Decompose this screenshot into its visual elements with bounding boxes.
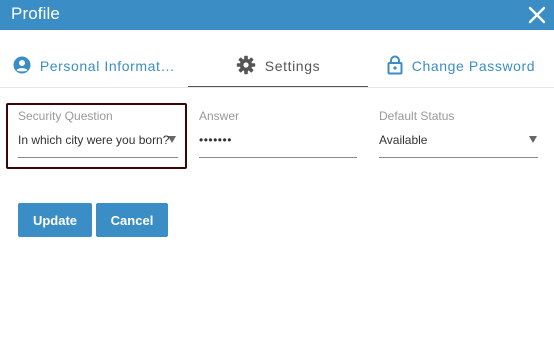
answer-value: ••••••• — [199, 133, 232, 147]
chevron-down-icon — [168, 136, 176, 143]
tab-divider — [0, 87, 554, 88]
tab-personal-information-label: Personal Informat… — [39, 58, 176, 74]
answer-label: Answer — [199, 109, 240, 123]
answer-field[interactable]: Answer ••••••• — [199, 109, 357, 159]
tab-change-password-label: Change Password — [411, 58, 536, 74]
tab-change-password[interactable]: Change Password — [368, 44, 554, 88]
lock-icon — [387, 55, 403, 78]
update-button[interactable]: Update — [18, 203, 92, 237]
close-icon[interactable] — [526, 4, 548, 26]
cancel-button[interactable]: Cancel — [96, 203, 168, 237]
answer-underline — [199, 157, 357, 158]
gear-icon — [236, 55, 256, 78]
security-question-label: Security Question — [18, 109, 113, 123]
tab-bar: Personal Informat… Settings Change Passw… — [0, 44, 554, 88]
dialog-title: Profile — [11, 4, 60, 23]
user-circle-icon — [13, 56, 31, 77]
dialog-titlebar: Profile — [0, 0, 554, 30]
tab-settings-label: Settings — [264, 58, 321, 74]
security-question-value: In which city were you born? — [18, 133, 170, 147]
default-status-label: Default Status — [379, 109, 455, 123]
security-question-select[interactable]: Security Question In which city were you… — [18, 109, 178, 159]
tab-personal-information[interactable]: Personal Informat… — [0, 44, 188, 88]
security-question-underline — [18, 157, 178, 158]
default-status-select[interactable]: Default Status Available — [379, 109, 538, 159]
tab-settings[interactable]: Settings — [188, 44, 368, 88]
chevron-down-icon — [529, 136, 537, 143]
default-status-value: Available — [379, 133, 428, 147]
default-status-underline — [379, 157, 538, 158]
